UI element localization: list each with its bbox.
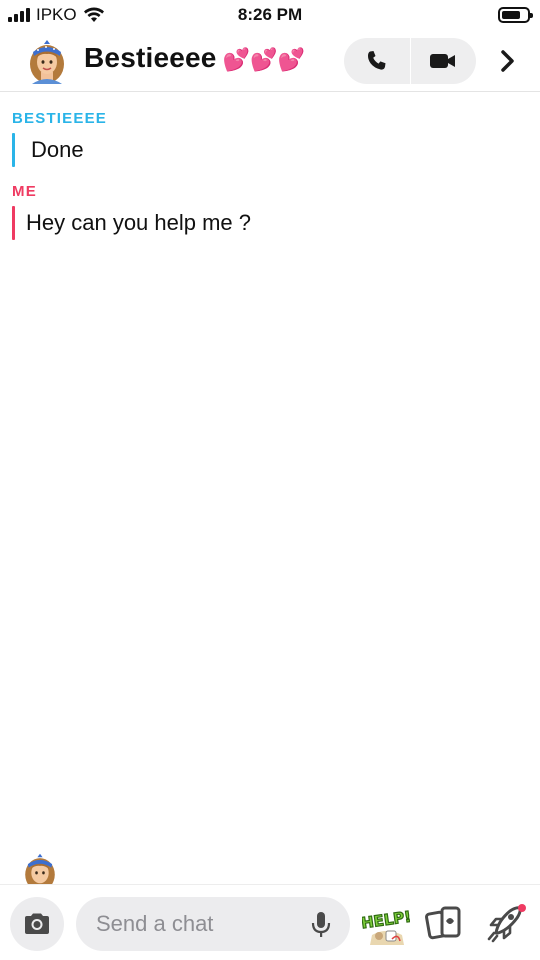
- chevron-right-icon[interactable]: [494, 46, 522, 76]
- chat-title-text: Bestieeee: [84, 42, 217, 73]
- sticker-text: HELP!: [362, 908, 410, 933]
- video-call-button[interactable]: [411, 38, 477, 84]
- voice-call-button[interactable]: [344, 38, 410, 84]
- call-buttons: [344, 38, 476, 84]
- chat-header: Bestieeee 💕💕💕: [0, 32, 540, 92]
- message-text: Hey can you help me ?: [26, 210, 252, 235]
- notification-dot: [518, 904, 526, 912]
- chat-input[interactable]: [76, 897, 306, 951]
- help-sticker[interactable]: HELP!: [362, 899, 410, 947]
- cards-icon[interactable]: [424, 905, 464, 943]
- composer-bar: HELP!: [0, 884, 540, 960]
- battery-icon: [498, 7, 533, 23]
- phone-icon: [367, 51, 386, 70]
- microphone-icon[interactable]: [310, 911, 332, 939]
- presence-avatar: [20, 852, 60, 884]
- sender-name: BESTIEEEE: [12, 110, 107, 127]
- message-item[interactable]: BESTIEEEE Done: [12, 110, 540, 167]
- avatar[interactable]: [24, 38, 70, 84]
- chat-title[interactable]: Bestieeee 💕💕💕: [84, 42, 305, 74]
- message-text: Done: [31, 137, 84, 162]
- status-time: 8:26 PM: [237, 5, 303, 24]
- chat-input-container: [76, 897, 350, 951]
- video-icon: [430, 54, 456, 68]
- rocket-icon[interactable]: [484, 903, 528, 943]
- message-list: BESTIEEEE Done ME Hey can you help me ?: [0, 110, 540, 256]
- message-body: Hey can you help me ?: [12, 206, 540, 240]
- message-body: Done: [12, 133, 540, 167]
- message-item[interactable]: ME Hey can you help me ?: [12, 183, 540, 240]
- hearts-emoji: 💕💕💕: [222, 47, 306, 72]
- sender-name: ME: [12, 183, 37, 200]
- camera-button[interactable]: [10, 897, 64, 951]
- status-bar: IPKO 8:26 PM: [0, 0, 540, 32]
- camera-icon: [25, 913, 49, 934]
